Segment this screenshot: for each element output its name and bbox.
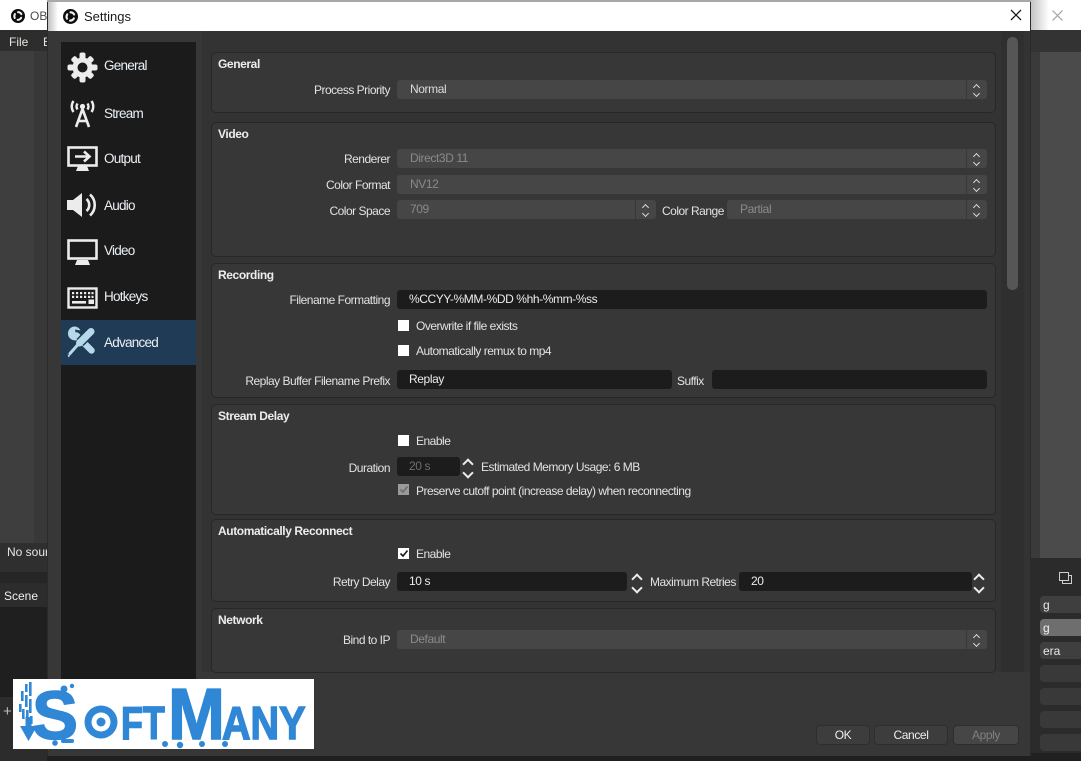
svg-text:ANY: ANY xyxy=(222,698,306,749)
svg-text:S: S xyxy=(32,679,78,749)
svg-text:FT: FT xyxy=(121,698,165,749)
svg-text:M: M xyxy=(168,679,225,749)
